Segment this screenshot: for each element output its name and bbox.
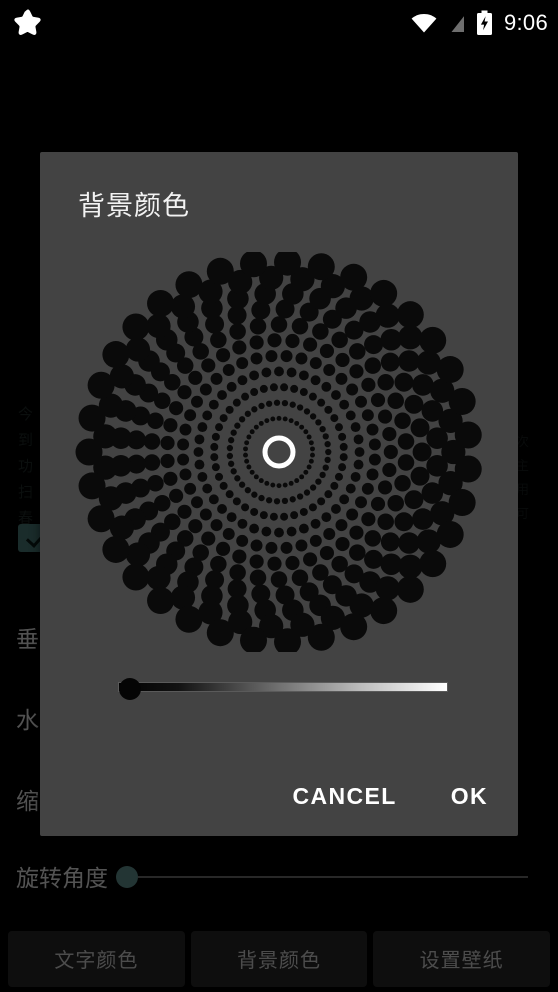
color-wheel-picker[interactable] [59,252,499,652]
cancel-button[interactable]: CANCEL [288,777,400,816]
brightness-slider-track[interactable] [118,682,448,692]
signal-no-sim-icon [448,12,466,34]
color-wheel-dots [75,252,482,652]
status-bar-icons: 9:06 [410,0,548,46]
dialog-title: 背景颜色 [78,191,190,221]
dialog-actions: CANCEL OK [40,766,518,826]
background-color-dialog: 背景颜色 CANCEL OK [40,152,518,836]
status-bar: 9:06 [0,0,558,46]
brightness-slider-thumb[interactable] [119,678,141,700]
color-wheel-selector-ring[interactable] [262,435,296,469]
ok-button[interactable]: OK [447,777,492,816]
status-bar-clock: 9:06 [503,10,548,35]
star-icon [14,9,41,35]
color-wheel-svg[interactable] [59,252,499,652]
brightness-slider[interactable] [80,666,480,706]
app-screen: 今 到 功 扫 春 次 主 用 可 垂 水 缩 旋转角度 文字颜色 背景颜色 设… [0,0,558,992]
wifi-icon [411,14,437,33]
battery-charging-icon [476,10,492,35]
